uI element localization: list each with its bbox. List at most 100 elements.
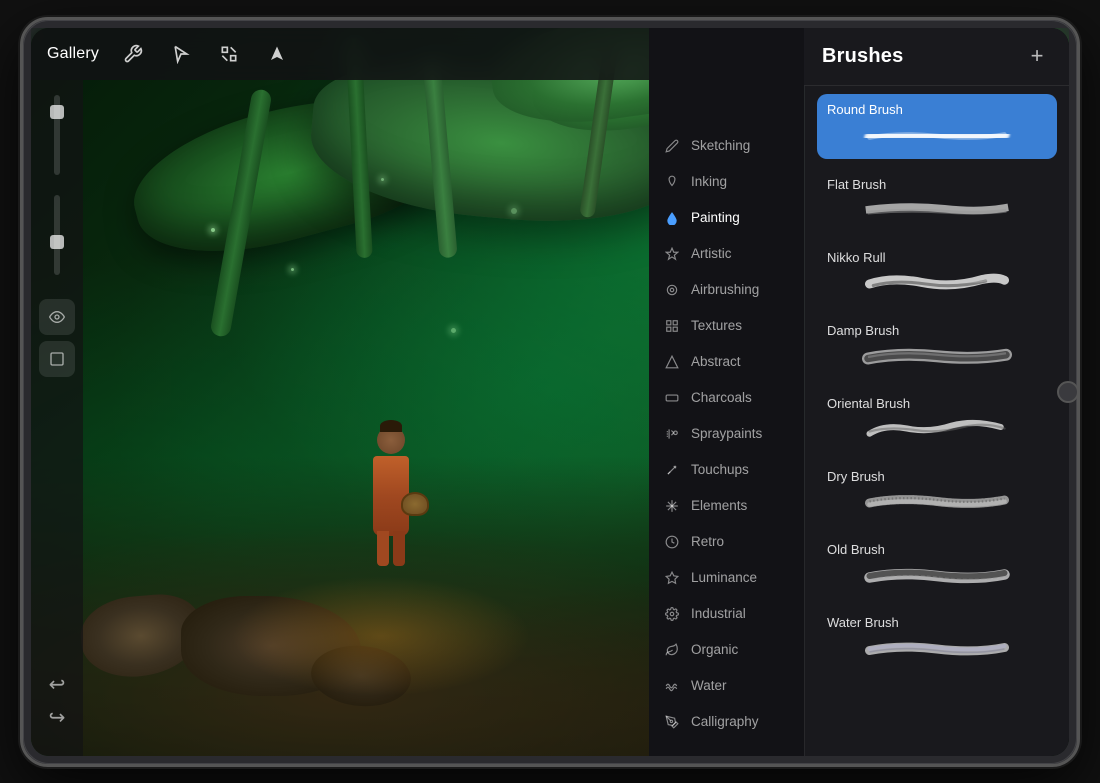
transform-icon[interactable] xyxy=(215,40,243,68)
category-label-spraypaints: Spraypaints xyxy=(691,426,762,441)
char-hair xyxy=(380,420,402,432)
brush-name-old-brush: Old Brush xyxy=(827,542,1047,557)
category-item-artistic[interactable]: Artistic xyxy=(649,236,804,272)
brush-name-water-brush: Water Brush xyxy=(827,615,1047,630)
brush-item-round-brush[interactable]: Round Brush xyxy=(805,88,1069,165)
char-body xyxy=(373,456,409,536)
opacity-slider-group xyxy=(54,190,60,280)
size-slider[interactable] xyxy=(54,95,60,175)
brush-name-dry-brush: Dry Brush xyxy=(827,469,1047,484)
size-slider-group xyxy=(54,90,60,180)
category-label-sketching: Sketching xyxy=(691,138,750,153)
brush-item-dry-brush[interactable]: Dry Brush xyxy=(805,457,1069,530)
category-label-artistic: Artistic xyxy=(691,246,732,261)
gallery-button[interactable]: Gallery xyxy=(47,45,99,63)
category-item-elements[interactable]: Elements xyxy=(649,488,804,524)
particle-4 xyxy=(291,268,294,271)
home-button[interactable] xyxy=(1057,381,1079,403)
category-item-touchups[interactable]: Touchups xyxy=(649,452,804,488)
char-head xyxy=(377,426,405,454)
category-icon-touchups xyxy=(663,461,681,479)
category-icon-spraypaints xyxy=(663,425,681,443)
undo-button[interactable]: ↩ xyxy=(49,672,66,697)
visibility-button[interactable] xyxy=(39,299,75,335)
actions-icon[interactable] xyxy=(119,40,147,68)
category-item-calligraphy[interactable]: Calligraphy xyxy=(649,704,804,740)
particle-2 xyxy=(381,178,384,181)
redo-button[interactable]: ↪ xyxy=(49,705,66,730)
category-icon-elements xyxy=(663,497,681,515)
char-leg-right xyxy=(393,531,405,566)
brush-item-water-brush[interactable]: Water Brush xyxy=(805,603,1069,676)
category-icon-organic xyxy=(663,641,681,659)
brush-panel-header: Brushes + xyxy=(804,28,1069,86)
category-label-luminance: Luminance xyxy=(691,570,757,585)
brush-stroke-oriental-brush xyxy=(827,415,1047,445)
character xyxy=(361,426,421,586)
brush-item-flat-brush[interactable]: Flat Brush xyxy=(805,165,1069,238)
category-icon-artistic xyxy=(663,245,681,263)
brush-stroke-dry-brush xyxy=(827,488,1047,518)
category-item-luminance[interactable]: Luminance xyxy=(649,560,804,596)
screen: Gallery xyxy=(31,28,1069,756)
category-icon-industrial xyxy=(663,605,681,623)
category-icon-calligraphy xyxy=(663,713,681,731)
category-item-sketching[interactable]: Sketching xyxy=(649,128,804,164)
panel-title: Brushes xyxy=(822,45,903,68)
category-item-painting[interactable]: Painting xyxy=(649,200,804,236)
size-slider-thumb xyxy=(50,105,64,119)
category-icon-inking xyxy=(663,173,681,191)
category-list: Sketching Inking Painting Artistic Airbr… xyxy=(649,28,804,756)
sidebar-actions: ↩ ↪ xyxy=(49,672,66,746)
toolbar-left: Gallery xyxy=(47,40,291,68)
brush-item-nikko-rull[interactable]: Nikko Rull xyxy=(805,238,1069,311)
category-item-retro[interactable]: Retro xyxy=(649,524,804,560)
opacity-slider-thumb xyxy=(50,235,64,249)
category-item-airbrushing[interactable]: Airbrushing xyxy=(649,272,804,308)
device-frame: Gallery xyxy=(20,17,1080,767)
brush-list: Round Brush Flat Brush Nikko Rull Damp Brus… xyxy=(805,28,1069,756)
opacity-slider[interactable] xyxy=(54,195,60,275)
category-item-organic[interactable]: Organic xyxy=(649,632,804,668)
brush-item-oriental-brush[interactable]: Oriental Brush xyxy=(805,384,1069,457)
add-brush-button[interactable]: + xyxy=(1023,42,1051,70)
char-leg-left xyxy=(377,531,389,566)
brush-name-nikko-rull: Nikko Rull xyxy=(827,250,1047,265)
brush-item-damp-brush[interactable]: Damp Brush xyxy=(805,311,1069,384)
category-icon-sketching xyxy=(663,137,681,155)
category-item-inking[interactable]: Inking xyxy=(649,164,804,200)
char-basket xyxy=(401,492,429,516)
select-icon[interactable] xyxy=(167,40,195,68)
category-item-textures[interactable]: Textures xyxy=(649,308,804,344)
category-label-retro: Retro xyxy=(691,534,724,549)
category-icon-water xyxy=(663,677,681,695)
particle-1 xyxy=(211,228,215,232)
layer-thumb-button[interactable] xyxy=(39,341,75,377)
category-icon-painting xyxy=(663,209,681,227)
category-label-airbrushing: Airbrushing xyxy=(691,282,759,297)
category-icon-luminance xyxy=(663,569,681,587)
brush-name-round-brush: Round Brush xyxy=(827,102,1047,117)
brush-stroke-water-brush xyxy=(827,634,1047,664)
category-label-painting: Painting xyxy=(691,210,740,225)
brush-name-flat-brush: Flat Brush xyxy=(827,177,1047,192)
brush-stroke-nikko-rull xyxy=(827,269,1047,299)
category-icon-charcoals xyxy=(663,389,681,407)
category-label-elements: Elements xyxy=(691,498,747,513)
brush-stroke-old-brush xyxy=(827,561,1047,591)
category-icon-airbrushing xyxy=(663,281,681,299)
category-icon-abstract xyxy=(663,353,681,371)
category-item-charcoals[interactable]: Charcoals xyxy=(649,380,804,416)
category-item-abstract[interactable]: Abstract xyxy=(649,344,804,380)
category-label-touchups: Touchups xyxy=(691,462,749,477)
category-label-industrial: Industrial xyxy=(691,606,746,621)
category-icon-retro xyxy=(663,533,681,551)
arrow-icon[interactable] xyxy=(263,40,291,68)
category-label-charcoals: Charcoals xyxy=(691,390,752,405)
category-item-industrial[interactable]: Industrial xyxy=(649,596,804,632)
brush-item-old-brush[interactable]: Old Brush xyxy=(805,530,1069,603)
brush-stroke-damp-brush xyxy=(827,342,1047,372)
brush-stroke-flat-brush xyxy=(827,196,1047,226)
category-item-water[interactable]: Water xyxy=(649,668,804,704)
category-item-spraypaints[interactable]: Spraypaints xyxy=(649,416,804,452)
